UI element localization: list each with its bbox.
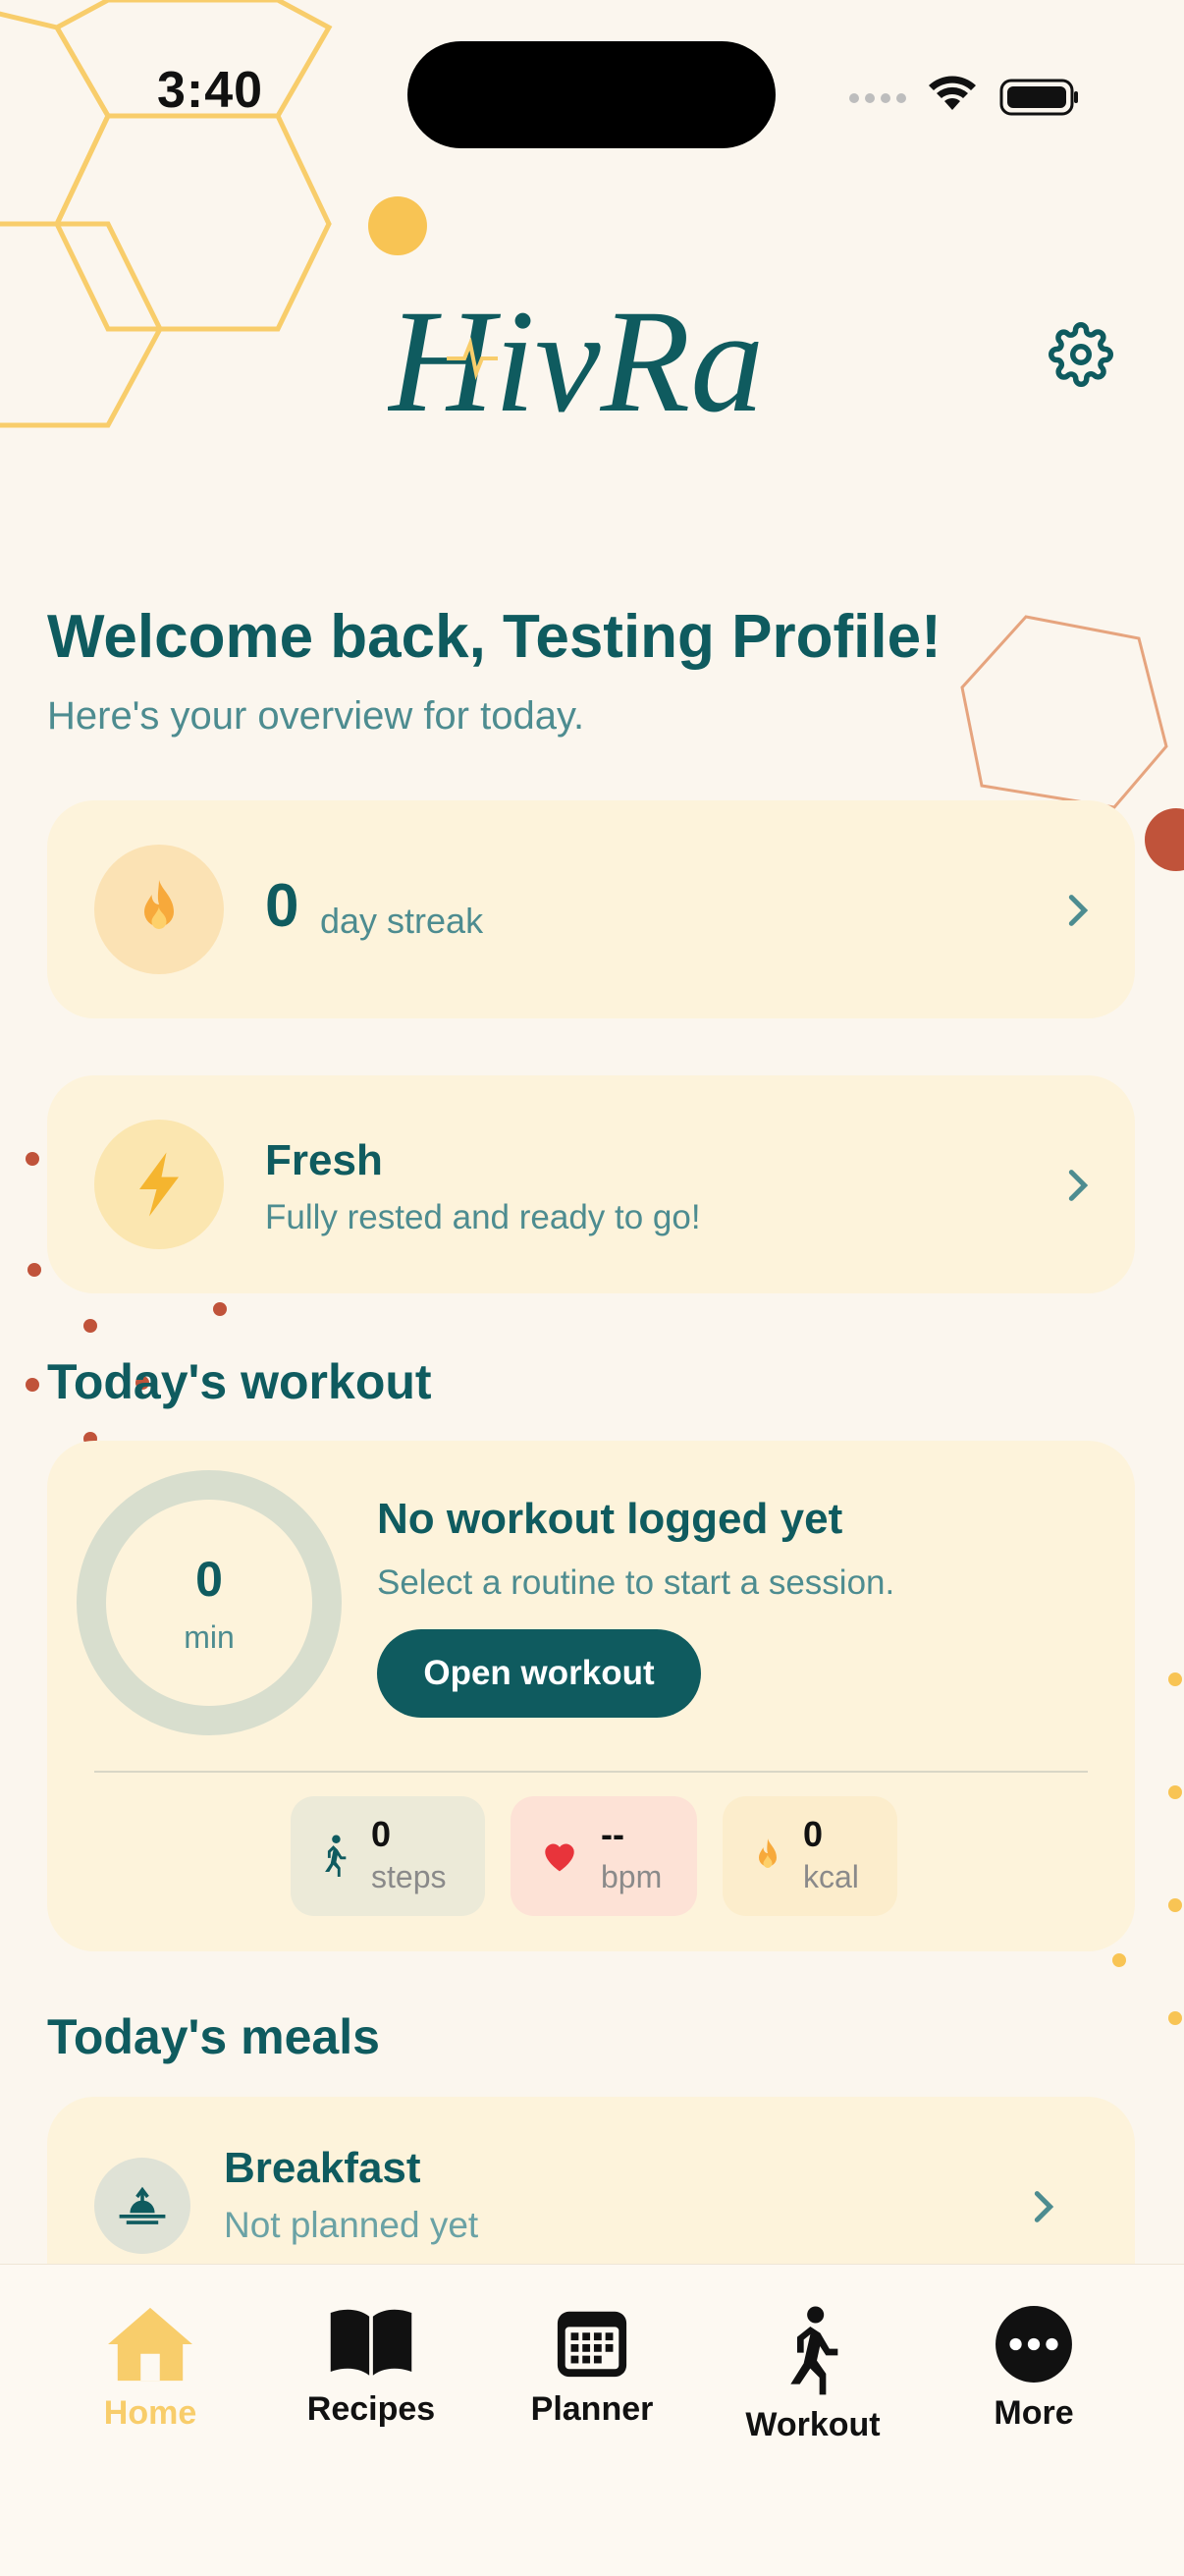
- workout-title: No workout logged yet: [377, 1495, 843, 1543]
- welcome-title: Welcome back, Testing Profile!: [47, 603, 942, 671]
- meal-subtitle: Not planned yet: [224, 2205, 479, 2245]
- workout-card: 0 min No workout logged yet Select a rou…: [47, 1441, 1135, 1951]
- energy-status-card[interactable]: Fresh Fully rested and ready to go!: [47, 1075, 1135, 1293]
- open-workout-button[interactable]: Open workout: [377, 1629, 701, 1718]
- energy-subtitle: Fully rested and ready to go!: [265, 1198, 701, 1236]
- tab-recipes[interactable]: Recipes: [273, 2304, 469, 2429]
- cellular-signal-icon: [849, 93, 906, 103]
- chevron-right-icon: [1068, 1170, 1089, 1201]
- home-icon: [108, 2307, 192, 2382]
- walking-icon: [790, 2306, 838, 2395]
- tab-workout[interactable]: Workout: [715, 2304, 911, 2444]
- chevron-right-icon: [1068, 895, 1089, 926]
- dynamic-island: [407, 41, 776, 148]
- flame-icon: [759, 1838, 777, 1868]
- tab-recipes-label: Recipes: [306, 2390, 436, 2428]
- book-icon: [330, 2309, 412, 2376]
- streak-card[interactable]: 0 day streak: [47, 800, 1135, 1018]
- calories-value: 0: [803, 1814, 824, 1854]
- tab-planner-label: Planner: [530, 2390, 654, 2428]
- bottom-tab-bar: Home Recipes Planner Workout More: [0, 2264, 1184, 2576]
- heart-rate-unit: bpm: [601, 1859, 663, 1894]
- hivra-logo: HivRa: [388, 280, 764, 443]
- welcome-subtitle: Here's your overview for today.: [47, 694, 585, 738]
- chevron-right-icon: [1034, 2191, 1054, 2222]
- steps-value: 0: [371, 1814, 392, 1854]
- meal-title: Breakfast: [224, 2144, 421, 2192]
- tab-home[interactable]: Home: [52, 2304, 248, 2433]
- battery-icon: [999, 79, 1078, 116]
- flame-icon: [144, 880, 174, 929]
- streak-label: day streak: [320, 901, 484, 941]
- svg-text:HivRa: HivRa: [388, 280, 764, 443]
- steps-stat: 0 steps: [291, 1796, 485, 1916]
- more-icon: [996, 2306, 1072, 2383]
- gear-icon[interactable]: [1049, 322, 1113, 387]
- energy-title: Fresh: [265, 1136, 383, 1184]
- tab-more[interactable]: More: [936, 2304, 1132, 2433]
- tab-home-label: Home: [103, 2394, 197, 2432]
- energy-icon-circle: [94, 1120, 224, 1249]
- lightning-bolt-icon: [139, 1152, 179, 1217]
- workout-subtitle: Select a routine to start a session.: [377, 1563, 895, 1602]
- workout-minutes-value: 0: [195, 1552, 223, 1607]
- tab-planner[interactable]: Planner: [494, 2304, 690, 2429]
- tab-workout-label: Workout: [745, 2406, 881, 2443]
- tab-more-label: More: [994, 2394, 1074, 2432]
- walking-icon: [325, 1835, 347, 1877]
- workout-section-title: Today's workout: [47, 1354, 432, 1409]
- workout-divider: [94, 1771, 1088, 1773]
- meal-icon-circle: [94, 2158, 190, 2254]
- heart-rate-stat: -- bpm: [511, 1796, 697, 1916]
- meals-section-title: Today's meals: [47, 2009, 380, 2064]
- calories-unit: kcal: [803, 1859, 859, 1894]
- wifi-icon: [929, 76, 976, 110]
- heart-rate-value: --: [601, 1814, 624, 1854]
- status-time: 3:40: [157, 62, 264, 119]
- streak-icon-circle: [94, 845, 224, 974]
- status-icons: [849, 76, 1078, 116]
- workout-minutes-unit: min: [184, 1619, 235, 1655]
- heart-icon: [545, 1843, 574, 1872]
- calendar-icon: [557, 2311, 627, 2378]
- streak-count: 0: [265, 872, 299, 940]
- steps-unit: steps: [371, 1859, 447, 1894]
- sunrise-icon: [119, 2186, 166, 2224]
- calories-stat: 0 kcal: [723, 1796, 897, 1916]
